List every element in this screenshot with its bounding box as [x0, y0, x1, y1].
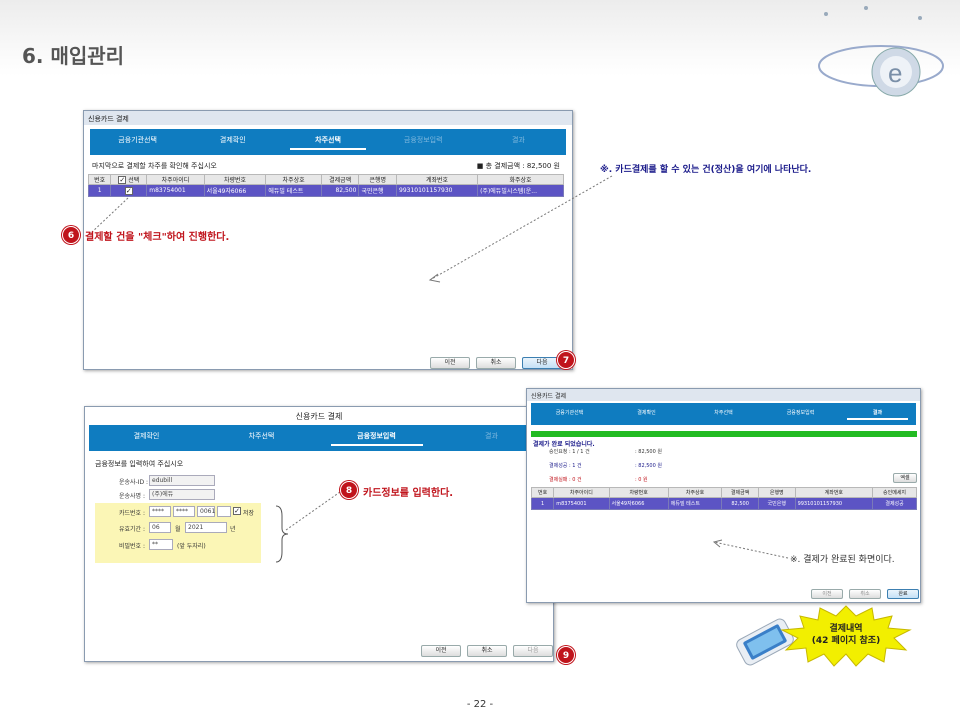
starburst-text-2: (42 페이지 참조) [811, 636, 881, 646]
page-number: - 22 - [466, 699, 494, 710]
step-badge-7: 7 [557, 351, 575, 369]
annotation-card-payable: ※. 카드결제를 할 수 있는 건(정산)을 여기에 나타난다. [600, 165, 812, 175]
annotation-check: 결제할 건을 "체크"하여 진행한다. [85, 232, 230, 243]
annotation-card-input: 카드정보를 입력한다. [363, 488, 454, 499]
step-badge-9: 9 [557, 646, 575, 664]
step-badge-8: 8 [340, 481, 358, 499]
step-badge-6: 6 [62, 226, 80, 244]
annotation-complete: ※. 결제가 완료된 화면이다. [790, 555, 895, 565]
